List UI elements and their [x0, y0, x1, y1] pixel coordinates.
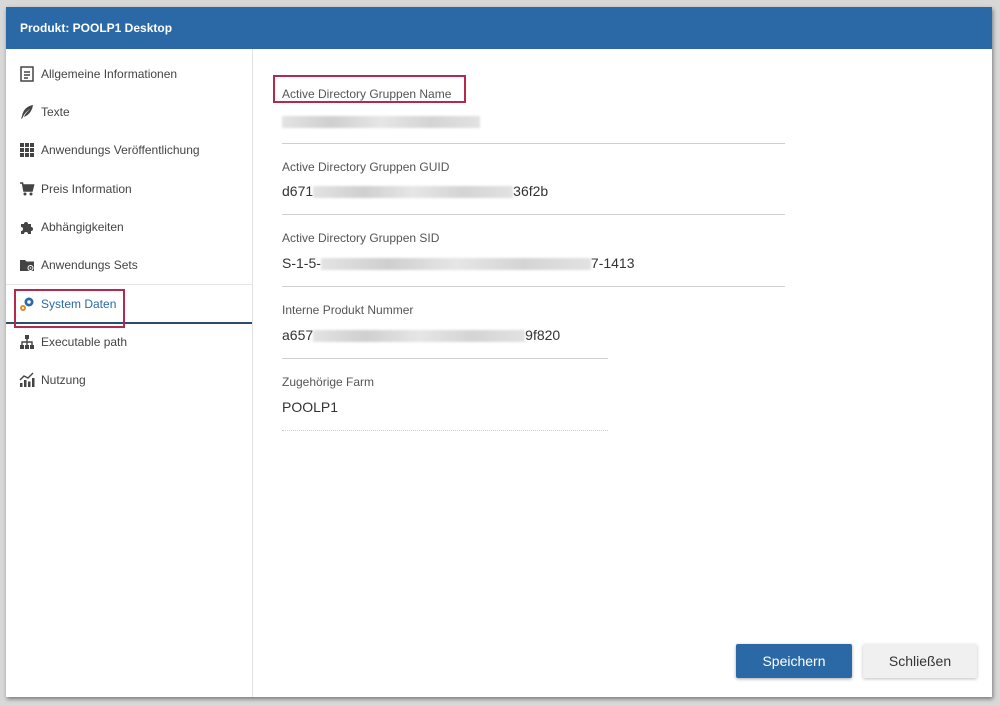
- ad-group-name-label: Active Directory Gruppen Name: [282, 87, 452, 101]
- ad-group-guid-field[interactable]: d671 36f2b: [282, 183, 548, 199]
- sidebar-item-anwendungs-veroeffentlichung[interactable]: Anwendungs Veröffentlichung: [6, 131, 252, 169]
- ad-group-sid-field[interactable]: S-1-5- 7-1413: [282, 255, 635, 271]
- puzzle-icon: [19, 219, 35, 235]
- guid-value-end: 36f2b: [513, 183, 549, 199]
- ad-group-sid-label: Active Directory Gruppen SID: [282, 231, 440, 245]
- ad-group-sid-underline: [282, 286, 785, 287]
- folder-gear-icon: [19, 257, 35, 273]
- farm-label: Zugehörige Farm: [282, 375, 375, 389]
- redacted-value: [282, 116, 480, 129]
- sidebar-item-abhaengigkeiten[interactable]: Abhängigkeiten: [6, 208, 252, 246]
- cart-icon: [19, 181, 35, 197]
- sidebar-item-label: Anwendungs Sets: [41, 258, 138, 272]
- save-button[interactable]: Speichern: [736, 644, 852, 678]
- redacted-value: [313, 330, 526, 343]
- ad-group-guid-label: Active Directory Gruppen GUID: [282, 160, 450, 174]
- sidebar-item-texte[interactable]: Texte: [6, 93, 252, 131]
- redacted-value: [320, 258, 591, 271]
- internal-number-start: a657: [282, 327, 314, 343]
- sidebar-item-executable-path[interactable]: Executable path: [6, 323, 252, 361]
- gears-icon: [19, 296, 35, 312]
- sidebar-item-label: Texte: [41, 105, 70, 119]
- sidebar-item-label: Nutzung: [41, 373, 86, 387]
- sidebar-item-label: Preis Information: [41, 182, 132, 196]
- farm-underline: [282, 430, 608, 432]
- internal-number-underline: [282, 358, 608, 359]
- sidebar-item-allgemeine-informationen[interactable]: Allgemeine Informationen: [6, 55, 252, 93]
- farm-field[interactable]: POOLP1: [282, 399, 338, 415]
- sidebar-item-label: Abhängigkeiten: [41, 220, 124, 234]
- redacted-value: [313, 186, 514, 199]
- close-button[interactable]: Schließen: [863, 644, 977, 678]
- sidebar-item-preis-information[interactable]: Preis Information: [6, 170, 252, 208]
- hierarchy-icon: [19, 334, 35, 350]
- sid-value-start: S-1-5-: [282, 255, 321, 271]
- guid-value-start: d671: [282, 183, 314, 199]
- feather-icon: [19, 104, 35, 120]
- sid-value-end: 7-1413: [590, 255, 635, 271]
- sidebar-item-system-daten[interactable]: System Daten: [6, 285, 252, 324]
- dialog-title: Produkt: POOLP1 Desktop: [6, 7, 992, 49]
- chart-icon: [19, 372, 35, 388]
- document-icon: [19, 66, 35, 82]
- ad-group-name-field[interactable]: [282, 113, 480, 129]
- sidebar-item-label: System Daten: [41, 297, 117, 311]
- sidebar-item-label: Allgemeine Informationen: [41, 67, 178, 81]
- internal-number-end: 9f820: [525, 327, 561, 343]
- ad-group-name-underline: [282, 143, 785, 144]
- internal-number-label: Interne Produkt Nummer: [282, 303, 414, 317]
- grid-icon: [19, 142, 35, 158]
- sidebar-item-label: Executable path: [41, 335, 128, 349]
- product-dialog: Produkt: POOLP1 Desktop Allgemeine Infor…: [6, 7, 992, 697]
- system-data-form: Active Directory Gruppen Name Active Dir…: [253, 49, 992, 697]
- ad-group-guid-underline: [282, 214, 785, 215]
- sidebar-item-nutzung[interactable]: Nutzung: [6, 361, 252, 399]
- internal-number-field[interactable]: a657 9f820: [282, 327, 560, 343]
- sidebar-item-anwendungs-sets[interactable]: Anwendungs Sets: [6, 246, 252, 284]
- sidebar-nav: Allgemeine Informationen Texte Anwendung…: [6, 49, 253, 697]
- sidebar-item-label: Anwendungs Veröffentlichung: [41, 143, 200, 157]
